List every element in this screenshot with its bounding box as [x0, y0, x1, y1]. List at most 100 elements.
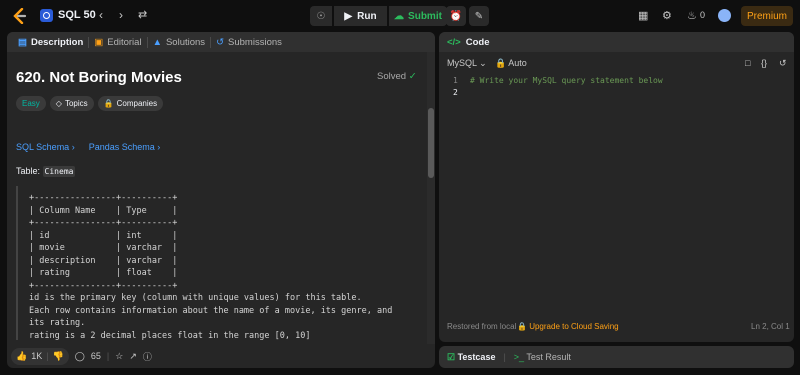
autocomplete-toggle[interactable]: 🔒 Auto [495, 58, 527, 69]
result-label: Test Result [526, 352, 571, 362]
tab-solutions[interactable]: ▲ Solutions [148, 32, 211, 52]
flame-icon[interactable]: ♨ [687, 9, 697, 22]
terminal-icon: >_ [513, 352, 525, 362]
problem-tags: Easy ◇ Topics 🔒 Companies [16, 96, 164, 111]
thumbs-up-icon[interactable]: 👍 [16, 351, 27, 362]
tag-icon: ◇ [55, 99, 62, 108]
code-panel: </> Code MySQL ⌄ 🔒 Auto □ {} ↺ 1 # Write… [439, 32, 794, 342]
code-brackets-icon: </> [447, 36, 461, 48]
format-code-icon[interactable]: {} [761, 58, 767, 68]
run-controls: ☉ ▶ Run ☁ Submit [310, 6, 447, 26]
sql-schema-link[interactable]: SQL Schema › [16, 142, 75, 152]
restored-label: Restored from local [447, 322, 517, 331]
pandas-schema-label: Pandas Schema [88, 142, 155, 152]
line-number: 2 [453, 88, 458, 97]
cursor-position: Ln 2, Col 1 [751, 322, 790, 331]
topics-chip[interactable]: ◇ Topics [49, 96, 94, 111]
sql-schema-label: SQL Schema [16, 142, 70, 152]
tab-submissions[interactable]: ↺ Submissions [211, 32, 287, 52]
companies-label: Companies [116, 99, 158, 108]
notes-button[interactable]: ✎ [469, 6, 489, 26]
problem-list-icon[interactable] [40, 9, 53, 22]
streak-count: 0 [700, 10, 706, 20]
editor-status-bar: Restored from local 🔒 Upgrade to Cloud S… [439, 322, 794, 336]
code-header: </> Code [439, 32, 794, 52]
tab-description-label: Description [30, 36, 84, 48]
thumbs-down-icon[interactable]: 👎 [53, 351, 64, 362]
editor-toolbar: MySQL ⌄ 🔒 Auto □ {} ↺ [439, 58, 794, 72]
layout-grid-icon[interactable]: ▦ [638, 9, 648, 22]
mode-label: Auto [508, 58, 527, 68]
divider: | [503, 352, 506, 362]
testcase-panel: ☑ Testcase | >_ Test Result [439, 346, 794, 368]
pandas-schema-link[interactable]: Pandas Schema › [89, 142, 161, 152]
tab-editorial-label: Editorial [107, 36, 142, 48]
star-icon[interactable]: ☆ [115, 351, 123, 362]
gear-icon[interactable]: ⚙ [662, 9, 672, 22]
run-label: Run [357, 10, 377, 22]
tab-description[interactable]: ▤ Description [13, 32, 88, 52]
tab-testcase[interactable]: ☑ Testcase [447, 352, 495, 363]
companies-chip[interactable]: 🔒 Companies [97, 96, 164, 111]
description-content: 620. Not Boring Movies Solved ✓ Easy ◇ T… [7, 52, 427, 344]
code-editor[interactable]: 1 # Write your MySQL query statement bel… [439, 76, 794, 316]
checkbox-icon: ☑ [447, 351, 456, 362]
tab-test-result[interactable]: >_ Test Result [514, 352, 571, 362]
flask-icon: ▲ [152, 36, 162, 48]
topics-label: Topics [64, 99, 88, 108]
divider: | [46, 351, 49, 361]
schema-links: SQL Schema › Pandas Schema › [16, 142, 160, 152]
premium-button[interactable]: Premium [741, 6, 793, 26]
prev-problem-icon[interactable]: ‹ [99, 8, 103, 22]
bug-icon: ☉ [316, 10, 326, 22]
document-icon: ▤ [18, 36, 27, 48]
difficulty-badge: Easy [16, 96, 46, 111]
description-panel: ▤ Description ▣ Editorial ▲ Solutions ↺ … [7, 32, 435, 368]
solved-label: Solved [377, 71, 407, 82]
testcase-label: Testcase [457, 351, 496, 362]
table-name-code: Cinema [42, 166, 76, 177]
language-label: MySQL [447, 58, 477, 68]
scrollbar-thumb[interactable] [428, 108, 434, 178]
upgrade-cloud-link[interactable]: 🔒 Upgrade to Cloud Saving [517, 322, 619, 331]
code-title: Code [465, 36, 490, 48]
lock-icon: 🔒 [517, 322, 527, 331]
testcase-tabs: ☑ Testcase | >_ Test Result [439, 346, 794, 368]
line-number: 1 [453, 76, 458, 85]
upgrade-label: Upgrade to Cloud Saving [529, 322, 619, 331]
help-icon[interactable]: ⓘ [143, 350, 152, 363]
comment-icon[interactable]: ◯ [75, 351, 85, 362]
submit-button[interactable]: ☁ Submit [389, 6, 447, 26]
like-dislike-group: 👍 1K | 👎 [11, 347, 69, 365]
comment-count: 65 [90, 351, 101, 361]
share-icon[interactable]: ↗ [129, 351, 137, 362]
lock-icon: 🔒 [103, 99, 114, 108]
next-problem-icon[interactable]: › [119, 8, 123, 22]
check-circle-icon: ✓ [408, 71, 417, 82]
tab-solutions-label: Solutions [165, 36, 206, 48]
shuffle-icon[interactable]: ⇄ [138, 8, 147, 21]
description-scrollbar[interactable] [427, 52, 435, 344]
tab-editorial[interactable]: ▣ Editorial [89, 32, 146, 52]
like-count: 1K [31, 351, 43, 361]
divider: | [106, 351, 110, 361]
leetcode-logo-icon[interactable] [13, 7, 27, 25]
submit-label: Submit [408, 10, 442, 22]
history-icon: ↺ [216, 36, 225, 48]
lock-icon: 🔒 [495, 58, 507, 68]
avatar[interactable] [718, 9, 731, 22]
language-select[interactable]: MySQL ⌄ [447, 58, 487, 69]
run-button[interactable]: ▶ Run [334, 6, 387, 26]
reset-icon[interactable]: ↺ [779, 58, 787, 69]
code-line: # Write your MySQL query statement below [470, 76, 663, 85]
problem-list-title[interactable]: SQL 50 [58, 9, 96, 21]
schema-code-block: +----------------+----------+ | Column N… [16, 186, 416, 341]
alarm-icon: ⏰ [449, 10, 463, 22]
description-tabs: ▤ Description ▣ Editorial ▲ Solutions ↺ … [7, 32, 435, 52]
description-footer: 👍 1K | 👎 ◯ 65 | ☆ ↗ ⓘ [7, 344, 435, 368]
bookmark-icon[interactable]: □ [745, 58, 750, 68]
timer-button[interactable]: ⏰ [446, 6, 466, 26]
debug-button[interactable]: ☉ [310, 6, 332, 26]
page-title: 620. Not Boring Movies [16, 69, 182, 86]
play-icon: ▶ [344, 10, 353, 22]
